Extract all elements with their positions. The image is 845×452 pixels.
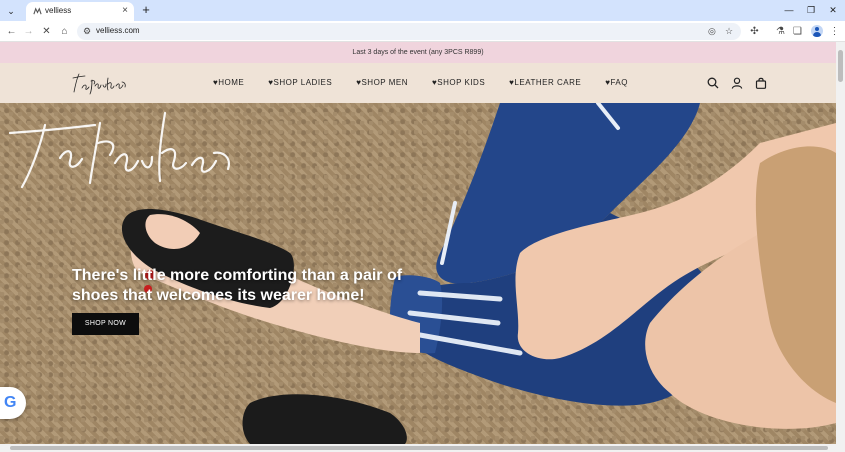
- window-close-icon[interactable]: ✕: [823, 3, 843, 17]
- back-arrow-icon[interactable]: ←: [4, 24, 19, 39]
- page-viewport: Last 3 days of the event (any 3PCS R899)…: [0, 42, 836, 444]
- site-info-tune-icon[interactable]: ⚙: [83, 24, 91, 39]
- shop-now-button[interactable]: SHOP NOW: [72, 313, 139, 335]
- announcement-bar: Last 3 days of the event (any 3PCS R899): [0, 42, 836, 63]
- tab-search-chevron-down-icon[interactable]: ⌄: [4, 4, 18, 18]
- stop-loading-icon[interactable]: ✕: [39, 24, 54, 39]
- hero-heading: There's little more comforting than a pa…: [72, 267, 403, 304]
- nav-shop-kids[interactable]: ♥SHOP KIDS: [432, 78, 485, 87]
- brand-signature-watermark-icon: [8, 111, 230, 188]
- url-text: velliess.com: [96, 26, 140, 35]
- cart-bag-icon[interactable]: [755, 77, 767, 89]
- nav-leather-care[interactable]: ♥LEATHER CARE: [509, 78, 581, 87]
- horizontal-scrollbar[interactable]: [0, 444, 845, 452]
- extensions-puzzle-icon[interactable]: ✣: [747, 24, 762, 39]
- bookmark-star-icon[interactable]: ☆: [725, 24, 733, 39]
- nav-faq[interactable]: ♥FAQ: [605, 78, 628, 87]
- vertical-scrollbar[interactable]: [836, 42, 845, 444]
- forward-arrow-icon[interactable]: →: [21, 24, 36, 39]
- restore-icon[interactable]: ❐: [801, 3, 821, 17]
- site-header: ♥HOME ♥SHOP LADIES ♥SHOP MEN ♥SHOP KIDS …: [0, 63, 836, 103]
- new-tab-plus-icon[interactable]: +: [139, 2, 153, 18]
- favicon-icon: [33, 7, 42, 15]
- account-icon[interactable]: [731, 77, 743, 89]
- google-g-icon: G: [4, 394, 17, 411]
- home-icon[interactable]: ⌂: [57, 24, 72, 39]
- nav-home[interactable]: ♥HOME: [213, 78, 244, 87]
- nav-shop-men[interactable]: ♥SHOP MEN: [356, 78, 408, 87]
- main-nav: ♥HOME ♥SHOP LADIES ♥SHOP MEN ♥SHOP KIDS …: [213, 78, 628, 87]
- browser-tab-strip: ⌄ velliess × + — ❐ ✕: [0, 0, 845, 21]
- hero-banner: There's little more comforting than a pa…: [0, 103, 836, 444]
- search-icon[interactable]: [707, 77, 719, 89]
- nav-shop-ladies[interactable]: ♥SHOP LADIES: [268, 78, 332, 87]
- copy-icon[interactable]: ❏: [790, 24, 805, 39]
- browser-toolbar: ← → ✕ ⌂ ⚙ velliess.com ◎ ☆ ✣ ⚗ ❏ ⋮: [0, 21, 845, 42]
- address-bar[interactable]: ⚙ velliess.com ◎ ☆: [77, 23, 741, 40]
- horizontal-scrollbar-thumb[interactable]: [10, 446, 828, 450]
- vertical-scrollbar-thumb[interactable]: [838, 50, 843, 82]
- minimize-icon[interactable]: —: [779, 3, 799, 17]
- profile-avatar-icon[interactable]: [811, 25, 823, 37]
- tab-title: velliess: [45, 6, 72, 15]
- browser-tab[interactable]: velliess ×: [26, 2, 134, 21]
- brand-logo-icon[interactable]: [70, 70, 130, 98]
- tab-close-icon[interactable]: ×: [122, 5, 128, 17]
- eye-off-icon[interactable]: ◎: [708, 24, 716, 39]
- kebab-menu-icon[interactable]: ⋮: [827, 24, 842, 39]
- labs-flask-icon[interactable]: ⚗: [773, 24, 788, 39]
